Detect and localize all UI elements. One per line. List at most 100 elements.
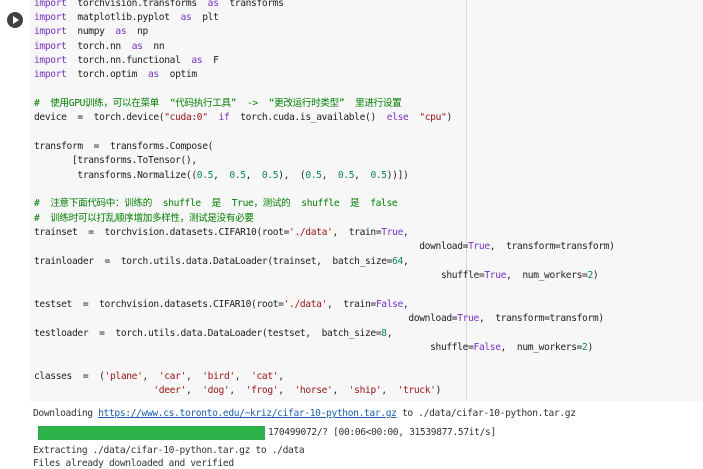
code-token: False [375,298,403,310]
code-line: import torch.nn.functional as F [34,54,219,68]
code-token: , [402,255,409,267]
code-token: device = torch.device( [34,112,165,124]
code-cell[interactable]: import torchvision.transforms as transfo… [0,0,703,401]
code-line: import torch.optim as optim [34,68,197,82]
code-token: torch.optim [66,69,148,81]
cell-gutter [0,0,30,401]
code-token: shuffle= [34,341,474,353]
code-token: matplotlib.pyplot [66,11,181,23]
download-progress-bar [38,426,265,440]
code-line: # 注意下面代码中：训练的 shuffle 是 True，测试的 shuffle… [34,197,398,211]
code-token: else [386,112,409,124]
run-cell-button[interactable] [7,12,23,28]
code-token: testloader = torch.utils.data.DataLoader… [34,327,382,339]
code-token: 0.5 [337,169,355,181]
code-token: , [213,169,230,181]
code-token: , transform=transform) [489,241,615,253]
code-token: ))]) [386,169,409,181]
code-token: # 注意下面代码中：训练的 shuffle 是 True，测试的 shuffle… [34,198,398,210]
extract-message: Extracting ./data/cifar-10-python.tar.gz… [33,445,305,456]
code-token: torch.nn [66,40,132,52]
code-token: , [354,169,371,181]
code-token: './data' [283,298,328,310]
code-token: as [131,40,143,52]
code-token: , [245,169,262,181]
code-line: import matplotlib.pyplot as plt [34,11,219,25]
code-token: , num_workers= [506,270,588,282]
code-token: ), ( [278,169,306,181]
code-token: torchvision.transforms [66,0,208,9]
code-token: F [202,54,219,66]
code-token: [transforms.ToTensor(), [34,155,197,167]
code-token: , [278,384,295,396]
code-token: torch.nn.functional [66,54,192,66]
code-token: 64 [392,255,403,267]
code-token: True [468,241,490,253]
code-line: # 使用GPU训练，可以在菜单 “代码执行工具” -> “更改运行时类型” 里进… [34,97,402,111]
code-token: ) [435,384,442,396]
code-token: 'cat' [251,370,279,382]
code-line: trainloader = torch.utils.data.DataLoade… [34,255,409,269]
code-line: import torch.nn as nn [34,40,165,54]
code-token: False [473,341,501,353]
code-token: transforms.Normalize(( [34,169,197,181]
code-token: 0.5 [229,169,246,181]
code-token: plt [191,11,219,23]
code-token: , [381,384,398,396]
code-token: , [185,384,203,396]
code-token: import [34,0,67,9]
code-editor[interactable]: import torchvision.transforms as transfo… [30,0,703,401]
code-line: shuffle=False, num_workers=2) [34,341,593,355]
download-message: Downloading https://www.cs.toronto.edu/~… [33,408,576,419]
code-token: shuffle= [34,270,485,282]
code-token: './data' [289,227,333,239]
code-line: transforms.Normalize((0.5, 0.5, 0.5), (0… [34,169,408,183]
code-token: 'plane' [104,370,143,382]
code-token: import [34,69,67,81]
code-line: 'deer', 'dog', 'frog', 'horse', 'ship', … [34,384,441,398]
code-line: download=True, transform=transform) [34,240,615,254]
code-token: # 训练时可以打乱顺序增加多样性，测试是没有必要 [34,212,254,224]
code-token: , train= [327,298,376,310]
code-token: , [234,370,252,382]
verified-message: Files already downloaded and verified [33,458,234,469]
code-token: classes = ( [34,370,105,382]
code-token: np [126,26,148,38]
code-line: classes = ('plane', 'car', 'bird', 'cat'… [34,370,284,384]
code-line: shuffle=True, num_workers=2) [34,269,599,283]
code-token: , train= [332,227,382,239]
code-token: as [191,54,203,66]
code-token: , num_workers= [500,341,583,353]
code-token: , [332,384,349,396]
code-token: 'dog' [202,384,230,396]
code-token: 'horse' [294,384,333,396]
code-token: 0.5 [370,169,387,181]
code-token: True [381,227,404,239]
code-token: 0.5 [305,169,322,181]
code-token: , [185,370,203,382]
code-line: [transforms.ToTensor(), [34,154,197,168]
code-token: , transform=transform) [478,313,604,325]
code-token: 0.5 [261,169,279,181]
code-line: import numpy as np [34,25,148,39]
code-token: , [321,169,338,181]
code-token: import [34,26,67,38]
code-token: numpy [66,26,116,38]
download-link[interactable]: https://www.cs.toronto.edu/~kriz/cifar-1… [98,408,397,419]
code-token: , [229,384,246,396]
progress-status: 170499072/? [00:06<00:00, 31539877.57it/… [268,427,496,438]
code-token: , [142,370,159,382]
code-token: , [278,370,284,382]
code-token: as [147,69,159,81]
code-token: 'truck' [397,384,436,396]
code-token: download= [34,313,458,325]
code-token: import [34,11,67,23]
code-token: transforms [218,0,284,9]
code-token: torch.cuda.is_available() [229,112,387,124]
code-line: testset = torchvision.datasets.CIFAR10(r… [34,298,409,312]
code-token: # 使用GPU训练，可以在菜单 “代码执行工具” -> “更改运行时类型” 里进… [34,97,402,109]
code-token: 'deer' [153,384,186,396]
code-line: trainset = torchvision.datasets.CIFAR10(… [34,226,409,240]
